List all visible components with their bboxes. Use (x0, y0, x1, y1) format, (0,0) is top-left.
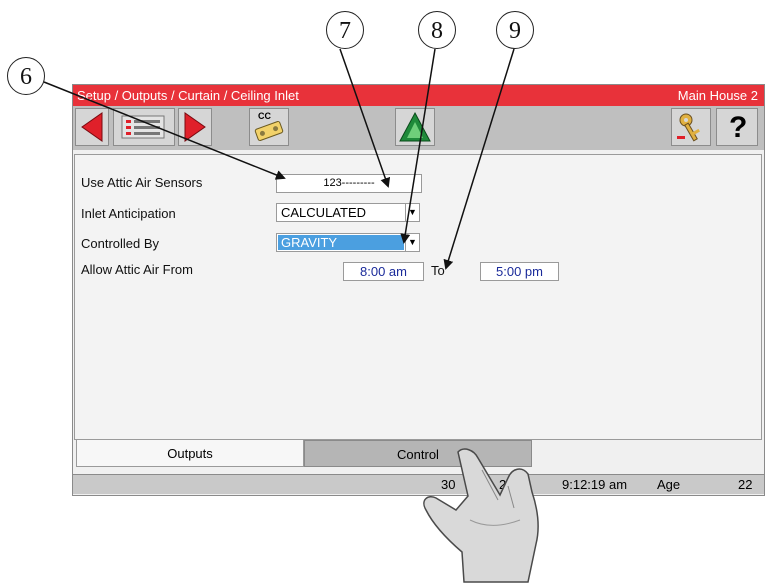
status-year: 2010 (499, 477, 528, 492)
key-icon (677, 113, 700, 142)
callout-8: 8 (418, 11, 456, 49)
attic-sensor-value: 123--------- (323, 177, 375, 189)
allow-to-time[interactable]: 5:00 pm (480, 262, 559, 281)
list-icon (121, 115, 165, 139)
alarm-triangle-icon (399, 111, 431, 142)
attic-sensor-field[interactable]: 123--------- (276, 174, 422, 193)
back-button[interactable] (75, 108, 109, 146)
cc-label: CC (258, 111, 271, 121)
help-button[interactable]: ? (716, 108, 758, 146)
help-icon: ? (729, 111, 748, 144)
key-button[interactable] (671, 108, 711, 146)
tab-control-label: Control (397, 447, 439, 462)
allow-attic-label: Allow Attic Air From (81, 262, 193, 277)
inlet-anticipation-value: CALCULATED (281, 205, 367, 220)
alarm-button[interactable] (395, 108, 435, 146)
chevron-down-icon: ▼ (405, 204, 419, 221)
title-bar: Setup / Outputs / Curtain / Ceiling Inle… (73, 85, 764, 106)
allow-from-value: 8:00 am (360, 264, 407, 279)
tab-outputs[interactable]: Outputs (76, 440, 304, 467)
callout-7: 7 (326, 11, 364, 49)
allow-from-time[interactable]: 8:00 am (343, 262, 424, 281)
use-attic-label: Use Attic Air Sensors (81, 175, 203, 190)
arrow-right-icon (184, 112, 206, 142)
inlet-anticipation-label: Inlet Anticipation (81, 206, 176, 221)
to-label: To (431, 263, 445, 278)
controlled-by-label: Controlled By (81, 236, 160, 251)
tab-outputs-label: Outputs (167, 446, 213, 461)
copy-curtain-button[interactable]: CC (249, 108, 289, 146)
chevron-down-icon: ▼ (405, 234, 419, 251)
status-age-value: 22 (738, 477, 753, 492)
forward-button[interactable] (178, 108, 212, 146)
house-name: Main House 2 (677, 88, 758, 103)
inlet-anticipation-select[interactable]: CALCULATED ▼ (276, 203, 420, 222)
status-time: 9:12:19 am (562, 477, 628, 492)
status-date: 30 (441, 477, 456, 492)
status-age-label: Age (657, 477, 681, 492)
controller-screen: Setup / Outputs / Curtain / Ceiling Inle… (72, 84, 765, 496)
callout-9: 9 (496, 11, 534, 49)
toolbar: CC ? (73, 106, 764, 150)
status-bar: 30 2010 9:12:19 am Age 22 (73, 474, 764, 494)
callout-6: 6 (7, 57, 45, 95)
controlled-by-value: GRAVITY (278, 235, 404, 250)
settings-panel: Use Attic Air Sensors 123--------- Inlet… (74, 154, 762, 440)
arrow-left-icon (81, 112, 103, 142)
menu-list-button[interactable] (113, 108, 175, 146)
tab-control[interactable]: Control (304, 440, 532, 467)
allow-to-value: 5:00 pm (496, 264, 543, 279)
breadcrumb: Setup / Outputs / Curtain / Ceiling Inle… (77, 88, 299, 103)
controlled-by-select[interactable]: GRAVITY ▼ (276, 233, 420, 252)
